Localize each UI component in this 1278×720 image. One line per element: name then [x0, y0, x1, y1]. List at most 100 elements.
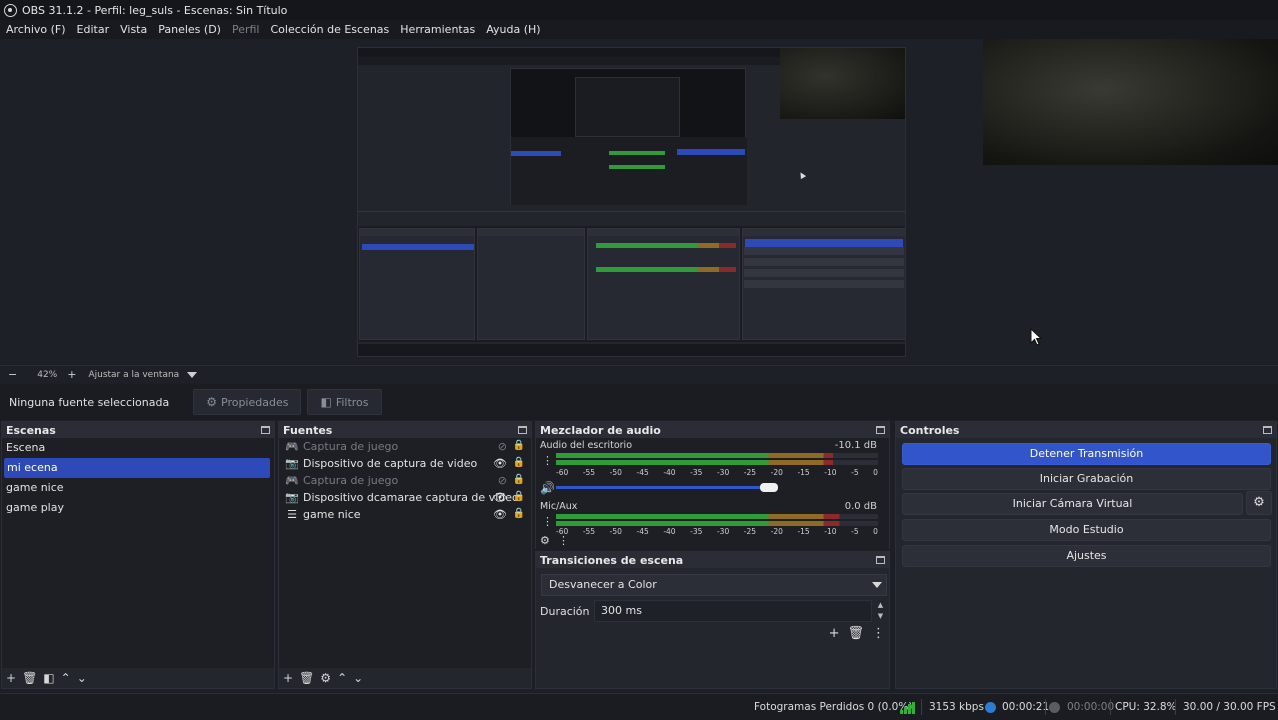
menu-archivo[interactable]: Archivo (F) — [6, 23, 66, 36]
menu-ayuda[interactable]: Ayuda (H) — [486, 23, 540, 36]
mixer-menu-icon[interactable]: ⋮ — [558, 534, 569, 547]
studio-mode-button[interactable]: Modo Estudio — [902, 519, 1271, 541]
add-scene-icon[interactable]: + — [6, 671, 16, 685]
recording-indicator-icon — [1049, 702, 1060, 713]
duration-input[interactable]: 300 ms — [594, 600, 872, 622]
float-dock-icon[interactable] — [261, 426, 270, 434]
transition-select[interactable]: Desvanecer a Color — [541, 574, 887, 596]
virtual-camera-settings-icon[interactable]: ⚙ — [1246, 491, 1272, 515]
menu-editar[interactable]: Editar — [77, 23, 110, 36]
meter-ticks: -60 -55 -50 -45 -40 -35 -30 -25 -20 -15 -10 -5 0 — [556, 527, 878, 536]
nested-context-bar — [358, 211, 905, 225]
channel-db: -10.1 dB — [834, 440, 877, 451]
filters-button[interactable]: ◧ Filtros — [307, 389, 382, 415]
move-up-icon[interactable]: ⌃ — [61, 671, 71, 685]
source-properties-icon[interactable]: ⚙ — [320, 671, 331, 685]
source-item[interactable]: 🎮 Captura de juego ⊘ 🔒 — [279, 472, 531, 489]
source-item[interactable]: 📷 Dispositivo dcamarae captura de video … — [279, 489, 531, 506]
float-dock-icon[interactable] — [876, 426, 885, 434]
remove-source-icon[interactable]: 🗑 — [299, 671, 314, 685]
move-down-icon[interactable]: ⌄ — [353, 671, 363, 685]
preview-area[interactable] — [0, 39, 1278, 365]
chevron-down-icon — [872, 582, 882, 588]
scenes-toolbar: + 🗑 ◧ ⌃ ⌄ — [2, 668, 274, 688]
preview-canvas[interactable] — [357, 47, 906, 357]
stop-streaming-button[interactable]: Detener Transmisión — [902, 443, 1271, 465]
dropped-frames: Fotogramas Perdidos 0 (0.0%) — [754, 701, 913, 713]
remove-transition-icon[interactable]: 🗑 — [847, 626, 864, 641]
menu-coleccion-escenas[interactable]: Colección de Escenas — [271, 23, 390, 36]
sources-dock: Fuentes 🎮 Captura de juego ⊘ 🔒 📷 Disposi… — [278, 421, 532, 689]
lock-icon[interactable]: 🔒 — [513, 508, 525, 519]
float-dock-icon[interactable] — [1263, 426, 1272, 434]
channel-menu-icon[interactable]: ⋮ — [542, 515, 553, 528]
scene-filters-icon[interactable]: ◧ — [43, 671, 54, 685]
volume-slider-handle[interactable] — [759, 483, 778, 492]
scene-item-selected[interactable]: mi ecena — [4, 458, 270, 478]
lock-icon[interactable]: 🔒 — [513, 474, 525, 485]
source-item[interactable]: 📷 Dispositivo de captura de video 👁 🔒 — [279, 455, 531, 472]
add-transition-icon[interactable]: + — [829, 626, 840, 641]
source-item[interactable]: 🎮 Captura de juego ⊘ 🔒 — [279, 438, 531, 455]
move-down-icon[interactable]: ⌄ — [77, 671, 87, 685]
move-up-icon[interactable]: ⌃ — [337, 671, 347, 685]
hidden-eye-icon[interactable]: ⊘ — [498, 440, 507, 453]
properties-button[interactable]: ⚙ Propiedades — [193, 389, 302, 415]
context-bar: Ninguna fuente seleccionada ⚙ Propiedade… — [0, 384, 1278, 420]
lock-icon[interactable]: 🔒 — [513, 491, 525, 502]
transition-menu-icon[interactable]: ⋮ — [872, 626, 885, 641]
source-item[interactable]: ☰ game nice 👁 🔒 — [279, 506, 531, 523]
mixer-channels: Audio del escritorio -10.1 dB ⋮ -60 -55 -5… — [536, 438, 889, 550]
scene-item[interactable]: Escena — [2, 438, 274, 458]
zoom-in-button[interactable]: + — [67, 368, 76, 381]
meter-tick-label: -15 — [797, 527, 810, 536]
eye-icon[interactable]: 👁 — [493, 508, 507, 521]
audio-mixer-dock: Mezclador de audio Audio del escritorio … — [535, 421, 890, 550]
gamepad-icon: 🎮 — [285, 474, 299, 487]
bitrate: 3153 kbps — [929, 701, 984, 713]
controls-title: Controles — [900, 423, 960, 437]
scene-item[interactable]: game play — [2, 498, 274, 518]
scene-item[interactable]: game nice — [2, 478, 274, 498]
float-dock-icon[interactable] — [518, 426, 527, 434]
duration-stepper[interactable]: ▲ ▼ — [874, 600, 887, 622]
zoom-dropdown-icon[interactable] — [187, 371, 198, 378]
start-recording-button[interactable]: Iniciar Grabación — [902, 468, 1271, 490]
channel-menu-icon[interactable]: ⋮ — [542, 454, 553, 467]
float-dock-icon[interactable] — [876, 556, 885, 564]
eye-icon[interactable]: 👁 — [493, 457, 507, 470]
lock-icon[interactable]: 🔒 — [513, 440, 525, 451]
hidden-eye-icon[interactable]: ⊘ — [498, 474, 507, 487]
advanced-audio-icon[interactable]: ⚙ — [540, 534, 550, 547]
transition-toolbar: + 🗑 ⋮ — [821, 626, 885, 641]
webcam-feed[interactable] — [983, 39, 1278, 165]
speaker-icon[interactable]: 🔊 — [540, 481, 555, 495]
volume-slider[interactable] — [556, 486, 769, 489]
meter-tick-label: -45 — [636, 527, 649, 536]
list-icon: ☰ — [287, 508, 297, 521]
scenes-title: Escenas — [6, 423, 56, 437]
nested-title-bar — [358, 48, 780, 57]
zoom-out-button[interactable]: − — [8, 368, 17, 381]
meter-tick-label: -30 — [716, 468, 730, 477]
settings-button[interactable]: Ajustes — [902, 545, 1271, 567]
nested-menu-bar — [358, 57, 780, 65]
start-virtual-camera-button[interactable]: Iniciar Cámara Virtual — [902, 493, 1243, 515]
fit-to-window-option[interactable]: Ajustar a la ventana — [88, 370, 179, 380]
eye-icon[interactable]: 👁 — [493, 491, 507, 504]
menu-perfil[interactable]: Perfil — [232, 23, 260, 36]
meter-tick-label: 0 — [873, 468, 878, 477]
remove-scene-icon[interactable]: 🗑 — [22, 671, 37, 685]
add-source-icon[interactable]: + — [283, 671, 293, 685]
audio-meter — [556, 453, 878, 458]
menu-vista[interactable]: Vista — [120, 23, 147, 36]
audio-meter — [556, 521, 878, 526]
meter-tick-label: -35 — [690, 527, 703, 536]
sources-list: 🎮 Captura de juego ⊘ 🔒 📷 Dispositivo de … — [279, 438, 531, 668]
filter-icon: ◧ — [320, 395, 332, 409]
zoom-bar: − 42% + Ajustar a la ventana — [0, 365, 1278, 383]
lock-icon[interactable]: 🔒 — [513, 457, 525, 468]
menu-herramientas[interactable]: Herramientas — [400, 23, 475, 36]
menu-paneles[interactable]: Paneles (D) — [158, 23, 221, 36]
meter-tick-label: -40 — [663, 468, 676, 477]
